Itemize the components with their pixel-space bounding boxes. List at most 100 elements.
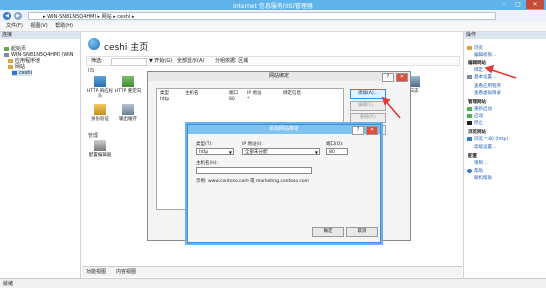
edit-binding-button[interactable]: 编辑(E)... [350, 101, 386, 111]
row-ip[interactable]: * [247, 97, 249, 102]
site-globe-icon [88, 38, 100, 50]
cancel-button[interactable]: 取消 [346, 227, 378, 237]
hostname-label: 主机名(H): [196, 161, 218, 166]
authentication-icon [94, 104, 106, 115]
feature-output-cache[interactable]: 输出缓存 [114, 104, 142, 122]
actions-pane: 操作 浏览 编辑权限... 编辑网站 绑定... 基本设置... 查看应用程序 … [463, 32, 546, 278]
hostname-input[interactable] [196, 167, 312, 174]
port-input[interactable]: 80 [326, 148, 348, 155]
action-start[interactable]: 启动 [474, 113, 483, 119]
action-stop[interactable]: 停止 [474, 120, 483, 126]
ip-label: IP 地址(I): [242, 142, 263, 147]
col-type[interactable]: 类型 [160, 90, 169, 96]
action-bindings[interactable]: 绑定... [474, 67, 487, 73]
output-cache-icon [122, 104, 134, 115]
menu-file[interactable]: 文件(F) [6, 22, 23, 31]
add-binding-button[interactable]: 添加(A)... [350, 89, 386, 99]
group-mgmt-header: 管理 [88, 133, 99, 139]
site-bindings-help-button[interactable]: ? [382, 73, 394, 82]
connections-header: 连接 [0, 32, 80, 39]
port-label: 端口(O): [326, 142, 344, 147]
action-advanced-settings[interactable]: 高级设置... [474, 144, 496, 150]
server-icon [4, 52, 9, 57]
ok-button[interactable]: 确定 [312, 227, 344, 237]
minimize-button[interactable]: – [498, 0, 510, 9]
action-basic-settings[interactable]: 基本设置... [474, 74, 496, 80]
col-ip[interactable]: IP 地址 [247, 90, 261, 96]
globe-icon [12, 70, 17, 75]
tree-item-ceshi[interactable]: ceshi [12, 70, 32, 76]
edit-site-header: 编辑网站 [468, 61, 486, 66]
features-view-tab[interactable]: 功能视图 [86, 267, 106, 277]
menu-bar: 文件(F) 视图(V) 帮助(H) [0, 22, 546, 32]
explore-icon [467, 46, 472, 50]
action-view-virtual-dirs[interactable]: 查看虚拟目录 [474, 90, 501, 96]
add-binding-close-button[interactable]: ✕ [366, 126, 378, 135]
action-limits[interactable]: 限制... [474, 160, 487, 166]
action-online-help[interactable]: 联机帮助 [474, 175, 492, 181]
close-button[interactable]: ✕ [526, 0, 544, 9]
type-select[interactable]: http ▼ [196, 148, 234, 155]
col-binding-info[interactable]: 绑定信息 [283, 90, 301, 96]
page-title: ceshi 主页 [104, 43, 149, 53]
filter-input[interactable] [111, 58, 147, 66]
type-label: 类型(T): [196, 142, 213, 147]
col-hostname[interactable]: 主机名 [185, 90, 199, 96]
action-restart[interactable]: 重新启动 [474, 106, 492, 112]
show-all-button[interactable]: 全部显示(A) [177, 57, 204, 65]
folder-icon [8, 64, 13, 69]
ip-select[interactable]: 全部未分配 ▼ [242, 148, 320, 155]
content-view-tab[interactable]: 内容视图 [116, 267, 136, 277]
col-port[interactable]: 端口 [229, 90, 238, 96]
status-bar: 就绪 [0, 278, 546, 288]
menu-view[interactable]: 视图(V) [30, 22, 47, 31]
actions-header: 操作 [464, 32, 546, 39]
config-header: 配置 [468, 154, 477, 159]
action-explore[interactable]: 浏览 [474, 45, 483, 51]
feature-authentication[interactable]: 身份验证 [86, 104, 114, 122]
feature-http-redirect[interactable]: HTTP 重定向 [114, 76, 142, 94]
browse-icon [467, 137, 472, 141]
row-port[interactable]: 80 [229, 97, 235, 102]
chevron-down-icon: ▼ [228, 150, 232, 155]
help-icon [467, 169, 472, 173]
filter-label: 筛选: [91, 58, 103, 64]
site-bindings-close-button[interactable]: ✕ [396, 73, 408, 82]
add-binding-dialog: 添加网站绑定 ? ✕ 类型(T): http ▼ IP 地址(I): 全部未分配 ▼… [187, 124, 381, 243]
browse-site-header: 浏览网站 [468, 130, 486, 135]
breadcrumb[interactable]: ▸ WIN-SN81N5Q4HMI ▸ 网站 ▸ ceshi ▸ [28, 12, 496, 20]
status-text: 就绪 [3, 281, 14, 287]
maximize-button[interactable]: □ [512, 0, 524, 9]
add-binding-help-button[interactable]: ? [352, 126, 364, 135]
restart-icon [467, 107, 472, 111]
stop-icon [467, 121, 472, 125]
filter-bar: 筛选: ▼ 开始(G) 全部显示(A) 分组依据: 区域 [86, 56, 460, 66]
config-editor-icon [94, 140, 106, 151]
action-edit-permissions[interactable]: 编辑权限... [474, 52, 496, 58]
http-redirect-icon [122, 76, 134, 87]
hostname-example: 示例: www.contoso.com 或 marketing.contoso.… [196, 179, 310, 184]
action-view-applications[interactable]: 查看应用程序 [474, 83, 501, 89]
remove-binding-button[interactable]: 删除(R) [350, 113, 386, 123]
http-headers-icon [94, 76, 106, 87]
apppool-icon [8, 58, 13, 63]
connections-pane: 连接 起始页 WIN-SN81N5Q4HMI (WIN 应用程序池 网站 ces… [0, 32, 81, 278]
title-bar: Internet 信息服务(IIS)管理器 – □ ✕ [0, 0, 546, 10]
start-icon [467, 114, 472, 118]
forward-icon[interactable]: ▶ [14, 12, 22, 20]
group-by-select[interactable]: 分组依据: 区域 [215, 57, 248, 65]
window-title: Internet 信息服务(IIS)管理器 [233, 3, 313, 10]
home-icon [4, 46, 9, 51]
row-type[interactable]: http [160, 97, 169, 102]
chevron-down-icon: ▼ [314, 150, 318, 155]
back-icon[interactable]: ◀ [3, 12, 11, 20]
view-switcher: 功能视图 内容视图 [82, 266, 462, 277]
action-browse-80[interactable]: 浏览 *:80 (http) [474, 136, 508, 142]
filter-go-button[interactable]: ▼ 开始(G) [149, 57, 172, 65]
feature-config-editor[interactable]: 配置编辑器 [86, 140, 114, 158]
action-help[interactable]: 帮助 [474, 168, 483, 174]
group-iis-header: IIS [88, 68, 95, 74]
menu-help[interactable]: 帮助(H) [55, 22, 73, 31]
site-bindings-title: 网站绑定 [148, 72, 410, 81]
feature-http-headers[interactable]: HTTP 响应标头 [86, 76, 114, 99]
